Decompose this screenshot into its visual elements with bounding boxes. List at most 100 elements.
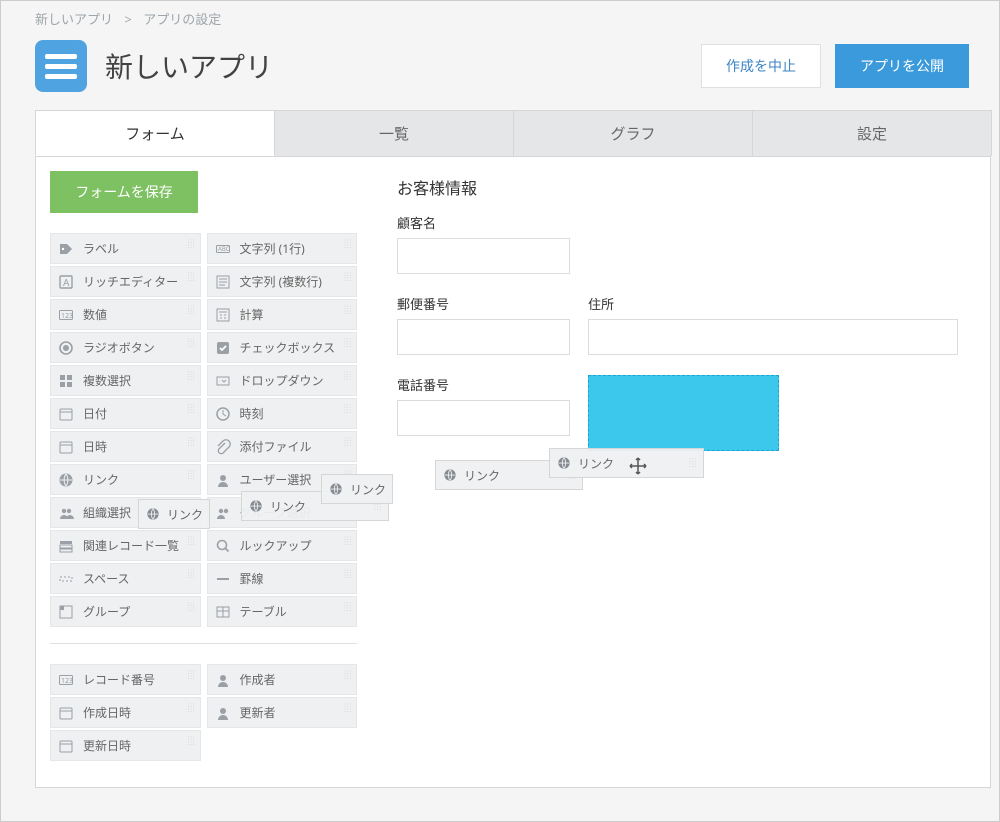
tab-form[interactable]: フォーム xyxy=(35,110,275,156)
publish-button[interactable]: アプリを公開 xyxy=(835,44,969,88)
breadcrumb: 新しいアプリ > アプリの設定 xyxy=(1,1,999,30)
group-select-icon xyxy=(214,504,232,522)
palette-item-created-time[interactable]: 作成日時:::::: xyxy=(50,697,201,728)
field-label: 郵便番号 xyxy=(397,294,570,313)
palette-item-modifier[interactable]: 更新者:::::: xyxy=(207,697,358,728)
grip-icon: :::::: xyxy=(188,569,196,579)
tab-settings[interactable]: 設定 xyxy=(752,110,992,156)
text-input[interactable] xyxy=(397,238,570,274)
save-form-button[interactable]: フォームを保存 xyxy=(50,171,198,213)
svg-text:ABC: ABC xyxy=(218,245,230,253)
grip-icon: :::::: xyxy=(188,602,196,612)
checkbox-icon xyxy=(214,339,232,357)
grip-icon: :::::: xyxy=(344,470,352,480)
field-label: 住所 xyxy=(588,294,958,313)
palette-item-label: レコード番号 xyxy=(83,671,155,688)
grip-icon: :::::: xyxy=(344,338,352,348)
updated-time-icon xyxy=(57,737,75,755)
org-select-icon xyxy=(57,504,75,522)
palette-item-dropdown[interactable]: ドロップダウン:::::: xyxy=(207,365,358,396)
palette-item-creator[interactable]: 作成者:::::: xyxy=(207,664,358,695)
palette-item-datetime[interactable]: 日時:::::: xyxy=(50,431,201,462)
svg-text:123: 123 xyxy=(61,312,73,321)
palette-item-checkbox[interactable]: チェックボックス:::::: xyxy=(207,332,358,363)
tabs: フォーム 一覧 グラフ 設定 xyxy=(35,110,991,157)
tab-list[interactable]: 一覧 xyxy=(274,110,514,156)
attachment-icon xyxy=(214,438,232,456)
palette-item-updated-time[interactable]: 更新日時:::::: xyxy=(50,730,201,761)
palette-item-date[interactable]: 日付:::::: xyxy=(50,398,201,429)
grip-icon: :::::: xyxy=(344,272,352,282)
breadcrumb-sep-icon: > xyxy=(124,10,131,28)
palette-item-group[interactable]: グループ:::::: xyxy=(50,596,201,627)
field-address[interactable]: 住所 xyxy=(588,294,958,355)
user-select-icon xyxy=(214,471,232,489)
palette-item-related-list[interactable]: 関連レコード一覧:::::: xyxy=(50,530,201,561)
related-list-icon xyxy=(57,537,75,555)
app-title: 新しいアプリ xyxy=(105,46,273,86)
text-input[interactable] xyxy=(397,400,570,436)
app-header: 新しいアプリ 作成を中止 アプリを公開 xyxy=(1,30,999,110)
palette-item-label: チェックボックス xyxy=(240,339,336,356)
drop-target-placeholder[interactable] xyxy=(588,375,779,451)
palette-item-label: 文字列 (複数行) xyxy=(240,273,322,290)
palette-item-hr[interactable]: 罫線:::::: xyxy=(207,563,358,594)
breadcrumb-root[interactable]: 新しいアプリ xyxy=(35,10,113,28)
palette-item-label: リンク xyxy=(83,471,119,488)
dropdown-icon xyxy=(214,372,232,390)
cancel-button[interactable]: 作成を中止 xyxy=(701,44,821,88)
spacer-icon xyxy=(57,570,75,588)
palette-item-lookup[interactable]: ルックアップ:::::: xyxy=(207,530,358,561)
link-icon xyxy=(57,471,75,489)
grip-icon: :::::: xyxy=(344,371,352,381)
form-canvas[interactable]: お客様情報 顧客名 郵便番号 住所 電話番号 xyxy=(371,157,990,787)
field-customer-name[interactable]: 顧客名 xyxy=(397,213,570,274)
modifier-icon xyxy=(214,704,232,722)
palette-item-label: ラベル xyxy=(83,240,119,257)
palette-item-label[interactable]: ラベル:::::: xyxy=(50,233,201,264)
grip-icon: :::::: xyxy=(188,736,196,746)
palette-item-number[interactable]: 123数値:::::: xyxy=(50,299,201,330)
palette-divider xyxy=(50,643,357,644)
field-label: 顧客名 xyxy=(397,213,570,232)
palette-item-label: 関連レコード一覧 xyxy=(83,537,179,554)
palette-item-text-single[interactable]: ABC文字列 (1行):::::: xyxy=(207,233,358,264)
palette-item-label: 更新日時 xyxy=(83,737,131,754)
palette-item-time[interactable]: 時刻:::::: xyxy=(207,398,358,429)
palette-item-label: ユーザー選択 xyxy=(240,471,312,488)
rich-editor-icon: A xyxy=(57,273,75,291)
palette-item-calc[interactable]: 計算:::::: xyxy=(207,299,358,330)
field-phone[interactable]: 電話番号 xyxy=(397,375,570,436)
palette-item-multi-select[interactable]: 複数選択:::::: xyxy=(50,365,201,396)
palette-item-group-select[interactable]: グループ選択:::::: xyxy=(207,497,358,528)
palette-item-record-number[interactable]: 123レコード番号:::::: xyxy=(50,664,201,695)
palette-item-label: 作成者 xyxy=(240,671,276,688)
palette-item-label: 罫線 xyxy=(240,570,264,587)
label-icon xyxy=(57,240,75,258)
grip-icon: :::::: xyxy=(344,437,352,447)
palette-item-text-multi[interactable]: 文字列 (複数行):::::: xyxy=(207,266,358,297)
tab-graph[interactable]: グラフ xyxy=(513,110,753,156)
palette-item-radio[interactable]: ラジオボタン:::::: xyxy=(50,332,201,363)
palette-item-org-select[interactable]: 組織選択:::::: xyxy=(50,497,201,528)
palette-item-label: 時刻 xyxy=(240,405,264,422)
palette-item-rich-editor[interactable]: Aリッチエディター:::::: xyxy=(50,266,201,297)
palette-item-label: 計算 xyxy=(240,306,264,323)
palette-item-label: 日付 xyxy=(83,405,107,422)
text-input[interactable] xyxy=(588,319,958,355)
breadcrumb-current: アプリの設定 xyxy=(143,10,221,28)
palette-item-label: テーブル xyxy=(240,603,287,620)
number-icon: 123 xyxy=(57,306,75,324)
palette-item-link[interactable]: リンク:::::: xyxy=(50,464,201,495)
grip-icon: :::::: xyxy=(188,503,196,513)
palette-item-attachment[interactable]: 添付ファイル:::::: xyxy=(207,431,358,462)
palette-item-table[interactable]: テーブル:::::: xyxy=(207,596,358,627)
grip-icon: :::::: xyxy=(344,602,352,612)
grip-icon: :::::: xyxy=(188,703,196,713)
palette-item-user-select[interactable]: ユーザー選択:::::: xyxy=(207,464,358,495)
palette-item-spacer[interactable]: スペース:::::: xyxy=(50,563,201,594)
grip-icon: :::::: xyxy=(344,503,352,513)
field-postal[interactable]: 郵便番号 xyxy=(397,294,570,355)
record-number-icon: 123 xyxy=(57,671,75,689)
text-input[interactable] xyxy=(397,319,570,355)
